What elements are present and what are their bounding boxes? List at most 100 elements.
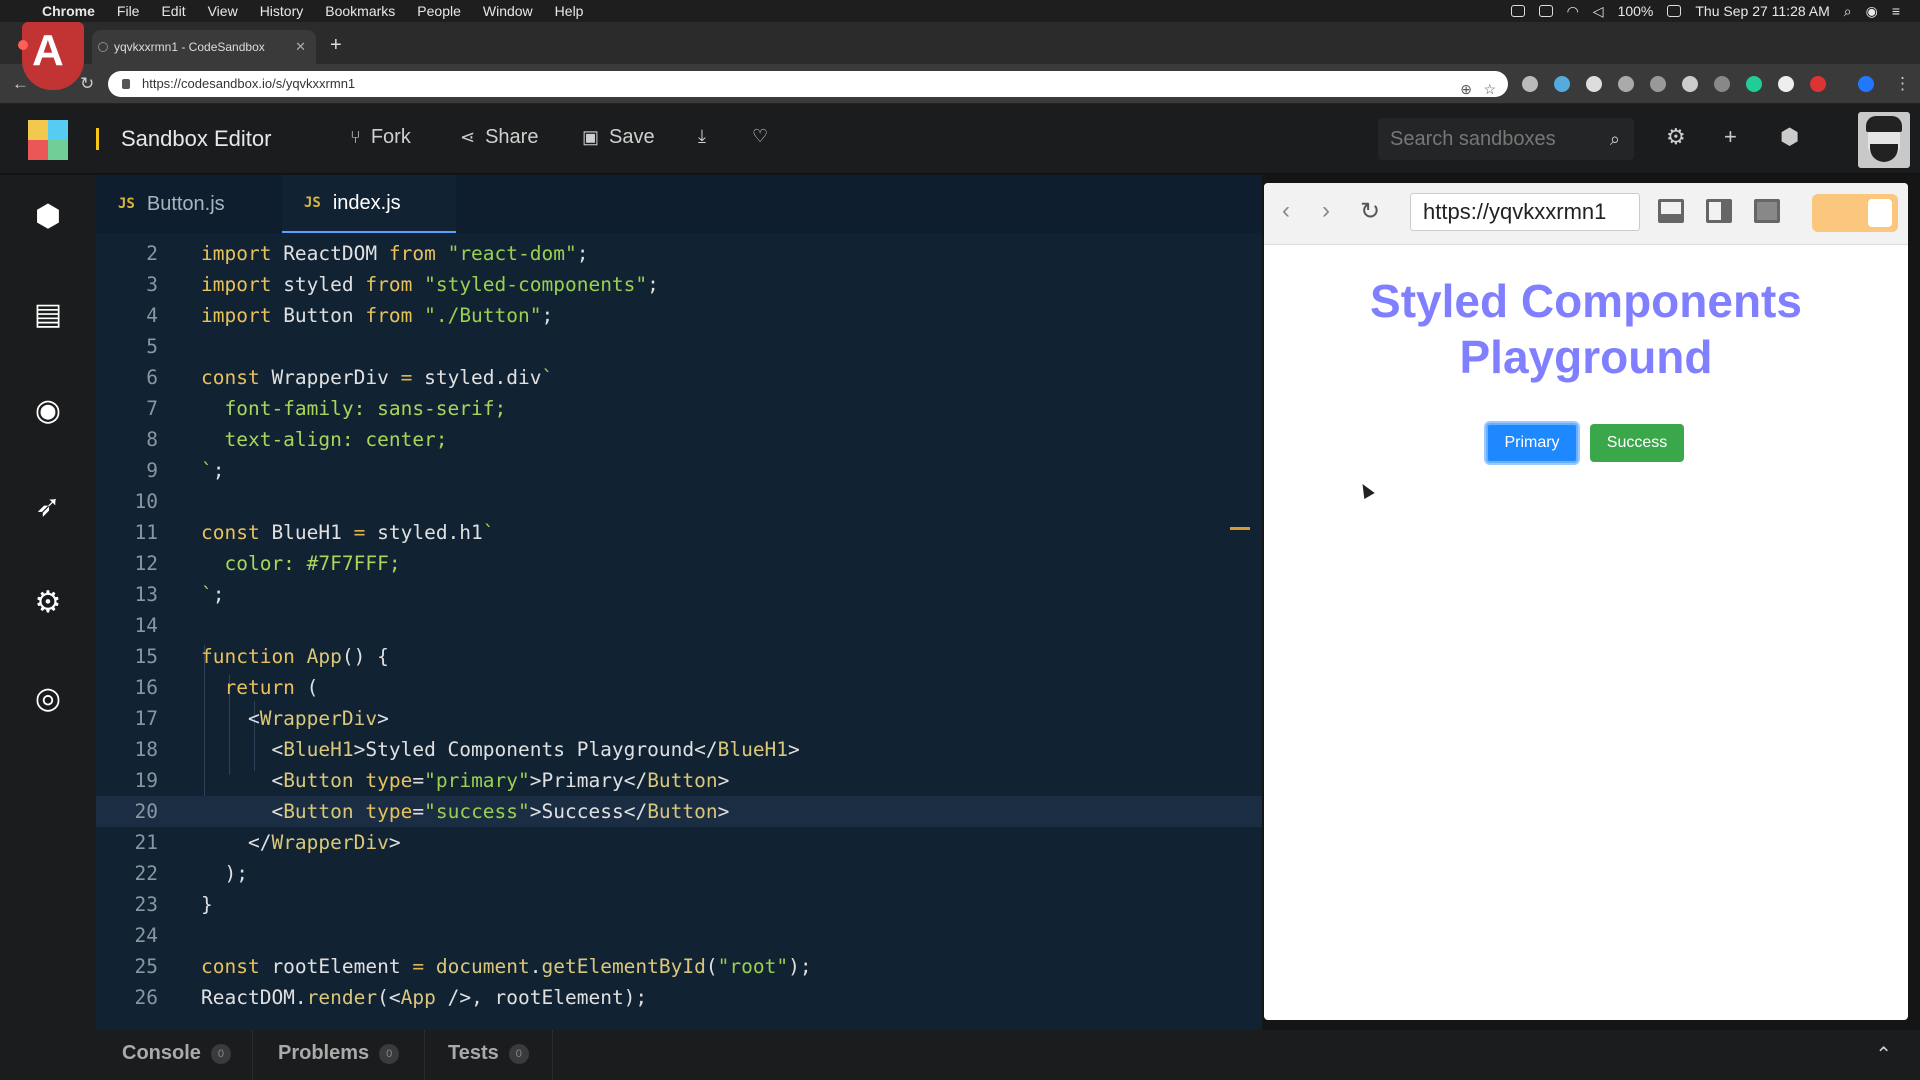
url-input[interactable]: https://codesandbox.io/s/yqvkxxrmn1 ⊕ ☆: [108, 71, 1508, 97]
new-tab-icon[interactable]: +: [330, 34, 342, 57]
tab-tests[interactable]: Tests 0: [448, 1042, 529, 1065]
search-input[interactable]: Search sandboxes ⌕: [1378, 118, 1634, 160]
volume-icon[interactable]: ◁: [1593, 3, 1604, 20]
code-line[interactable]: 24: [96, 920, 1262, 951]
code-line[interactable]: 16 return (: [96, 672, 1262, 703]
menu-bookmarks[interactable]: Bookmarks: [325, 3, 395, 19]
wifi-icon[interactable]: ◠: [1567, 3, 1579, 20]
avatar[interactable]: [1858, 112, 1910, 168]
preview-url-input[interactable]: https://yqvkxxrmn1: [1410, 193, 1640, 231]
battery-level[interactable]: 100%: [1618, 3, 1654, 19]
layout-bottom-icon[interactable]: [1658, 199, 1684, 223]
config-files-icon[interactable]: ⚙: [28, 583, 68, 623]
like-button[interactable]: ♡: [752, 126, 768, 147]
menu-file[interactable]: File: [117, 3, 140, 19]
menu-people[interactable]: People: [417, 3, 461, 19]
file-explorer-icon[interactable]: ▤: [28, 295, 68, 335]
extension-icon[interactable]: [1746, 76, 1762, 92]
code-line[interactable]: 19 <Button type="primary">Primary</Butto…: [96, 765, 1262, 796]
extension-icon[interactable]: [1554, 76, 1570, 92]
notification-center-icon[interactable]: ≡: [1892, 3, 1900, 19]
search-icon[interactable]: ⌕: [1610, 118, 1620, 160]
gear-icon[interactable]: ⚙: [1666, 124, 1686, 150]
open-new-window-icon[interactable]: [1754, 199, 1780, 223]
tab-button-js[interactable]: JS Button.js: [96, 175, 282, 233]
code-line[interactable]: 26 ReactDOM.render(<App />, rootElement);: [96, 982, 1262, 1013]
menu-history[interactable]: History: [260, 3, 304, 19]
code-line[interactable]: 14: [96, 610, 1262, 641]
code-line[interactable]: 6 const WrapperDiv = styled.div`: [96, 362, 1262, 393]
extension-icon[interactable]: [1522, 76, 1538, 92]
code-line[interactable]: 4 import Button from "./Button";: [96, 300, 1262, 331]
close-window-icon[interactable]: [18, 40, 28, 50]
live-icon[interactable]: ◎: [28, 679, 68, 719]
code-line[interactable]: 18 <BlueH1>Styled Components Playground<…: [96, 734, 1262, 765]
code-line[interactable]: 10: [96, 486, 1262, 517]
code-area[interactable]: 2 import ReactDOM from "react-dom"; 3 impo…: [96, 235, 1262, 1030]
tab-console[interactable]: Console 0: [122, 1042, 231, 1065]
plus-icon[interactable]: +: [1724, 124, 1737, 150]
spotlight-icon[interactable]: ⌕: [1844, 3, 1852, 20]
layout-side-icon[interactable]: [1706, 199, 1732, 223]
extension-icon[interactable]: [1618, 76, 1634, 92]
extension-icon[interactable]: [1682, 76, 1698, 92]
primary-button[interactable]: Primary: [1486, 423, 1578, 463]
codesandbox-logo-icon[interactable]: [28, 120, 68, 160]
menu-help[interactable]: Help: [555, 3, 584, 19]
menu-view[interactable]: View: [208, 3, 238, 19]
fork-button[interactable]: ⑂ Fork: [350, 126, 411, 149]
code-line[interactable]: 12 color: #7F7FFF;: [96, 548, 1262, 579]
menu-edit[interactable]: Edit: [161, 3, 185, 19]
browser-tab[interactable]: yqvkxxrmn1 - CodeSandbox ✕: [92, 30, 316, 64]
code-line[interactable]: 13 `;: [96, 579, 1262, 610]
tab-problems[interactable]: Problems 0: [278, 1042, 400, 1065]
bookmark-star-icon[interactable]: ☆: [1483, 76, 1496, 102]
code-line[interactable]: 2 import ReactDOM from "react-dom";: [96, 238, 1262, 269]
deploy-rocket-icon[interactable]: ➶: [28, 487, 68, 527]
chrome-menu-icon[interactable]: ⋮: [1894, 74, 1911, 94]
address-bar: ← → ↻ https://codesandbox.io/s/yqvkxxrmn…: [0, 64, 1920, 104]
code-line[interactable]: 8 text-align: center;: [96, 424, 1262, 455]
download-button[interactable]: ⤓: [698, 126, 706, 147]
preview-refresh-icon[interactable]: ↻: [1360, 197, 1380, 226]
extension-icon[interactable]: [1778, 76, 1794, 92]
box-icon[interactable]: ⬢: [1780, 124, 1799, 150]
chevron-up-icon[interactable]: ⌃: [1875, 1042, 1892, 1067]
preview-toggle[interactable]: [1812, 194, 1898, 232]
tab-index-js[interactable]: JS index.js: [282, 175, 456, 233]
code-line-active[interactable]: 20 <Button type="success">Success</Butto…: [96, 796, 1262, 827]
share-button[interactable]: ⋖ Share: [460, 126, 538, 149]
code-line[interactable]: 21 </WrapperDiv>: [96, 827, 1262, 858]
menu-app-name[interactable]: Chrome: [42, 3, 95, 19]
code-line[interactable]: 23}: [96, 889, 1262, 920]
extension-icon[interactable]: [1586, 76, 1602, 92]
extension-icon[interactable]: [1650, 76, 1666, 92]
code-line[interactable]: 15 function App() {: [96, 641, 1262, 672]
code-line[interactable]: 9 `;: [96, 455, 1262, 486]
siri-icon[interactable]: ◉: [1866, 3, 1878, 20]
code-line[interactable]: 22 );: [96, 858, 1262, 889]
save-button[interactable]: ▣ Save: [582, 126, 655, 149]
extension-icon[interactable]: [1714, 76, 1730, 92]
zoom-icon[interactable]: ⊕: [1460, 76, 1472, 102]
extension-icon[interactable]: [1810, 76, 1826, 92]
code-line[interactable]: 11 const BlueH1 = styled.h1`: [96, 517, 1262, 548]
close-tab-icon[interactable]: ✕: [295, 39, 306, 55]
code-line[interactable]: 25 const rootElement = document.getElemen…: [96, 951, 1262, 982]
code-line[interactable]: 5: [96, 331, 1262, 362]
code-line[interactable]: 3 import styled from "styled-components";: [96, 269, 1262, 300]
status-icon[interactable]: [1538, 5, 1553, 17]
profile-icon[interactable]: [1858, 76, 1874, 92]
project-info-icon[interactable]: ⬢: [28, 197, 68, 237]
status-icon[interactable]: [1510, 5, 1525, 17]
code-line[interactable]: 7 font-family: sans-serif;: [96, 393, 1262, 424]
menu-window[interactable]: Window: [483, 3, 533, 19]
github-icon[interactable]: ◉: [28, 391, 68, 431]
reload-icon[interactable]: ↻: [80, 74, 94, 94]
clock[interactable]: Thu Sep 27 11:28 AM: [1695, 3, 1829, 19]
preview-forward-icon[interactable]: ›: [1322, 197, 1330, 225]
preview-toolbar: ‹ › ↻ https://yqvkxxrmn1: [1264, 183, 1908, 245]
preview-back-icon[interactable]: ‹: [1282, 197, 1290, 225]
code-line[interactable]: 17 <WrapperDiv>: [96, 703, 1262, 734]
success-button[interactable]: Success: [1590, 424, 1684, 462]
